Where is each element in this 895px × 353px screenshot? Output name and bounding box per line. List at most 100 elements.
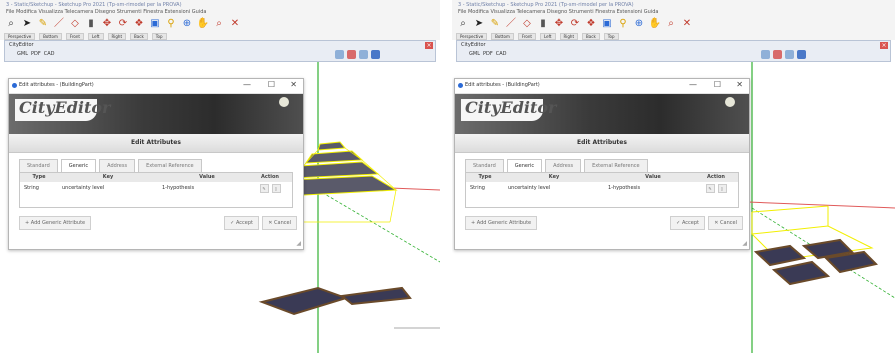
scene-tab[interactable]: Front [517, 33, 536, 40]
line-icon[interactable]: ／ [52, 17, 66, 31]
push-pull-icon[interactable]: ▮ [536, 17, 550, 31]
zoom-extents-icon[interactable]: ✕ [228, 17, 242, 31]
tape-measure-icon[interactable]: ⚲ [164, 17, 178, 31]
accept-button[interactable]: ✓ Accept [670, 216, 705, 230]
cell-value[interactable]: 1-hypothesis [604, 182, 702, 194]
close-icon[interactable]: × [880, 42, 888, 49]
pencil-icon[interactable]: ✎ [488, 17, 502, 31]
dialog-title: Edit attributes - (BuildingPart) [465, 82, 540, 88]
building-icon[interactable] [761, 50, 770, 59]
column-type: Type [478, 174, 492, 180]
ground-icon[interactable] [797, 50, 806, 59]
add-generic-attribute-button[interactable]: + Add Generic Attribute [19, 216, 92, 230]
delete-icon[interactable]: ▯ [271, 183, 281, 193]
tape-measure-icon[interactable]: ⚲ [616, 17, 630, 31]
zoom-icon[interactable]: ⌕ [212, 17, 226, 31]
table-header: Type Key Value Action [466, 173, 738, 182]
maximize-icon[interactable]: ☐ [268, 80, 275, 89]
scale-icon[interactable]: ❖ [584, 17, 598, 31]
pencil-icon[interactable]: ✎ [36, 17, 50, 31]
attribute-tabs: Standard Generic Address External Refere… [9, 153, 303, 172]
tab-generic[interactable]: Generic [60, 159, 97, 172]
pan-icon[interactable]: ✋ [648, 17, 662, 31]
edit-icon[interactable]: ✎ [259, 183, 269, 193]
maximize-icon[interactable]: ☐ [714, 80, 721, 89]
close-icon[interactable]: ✕ [736, 80, 743, 89]
select-arrow-icon[interactable]: ➤ [472, 17, 486, 31]
scene-tab[interactable]: Perspective [4, 33, 36, 40]
accept-button[interactable]: ✓ Accept [224, 216, 259, 230]
scene-tab[interactable]: Top [151, 33, 167, 40]
attributes-table: Type Key Value Action String uncertainty… [465, 172, 739, 208]
table-row[interactable]: String uncertainty level 1-hypothesis ✎ … [466, 182, 738, 194]
scene-tab[interactable]: Left [539, 33, 556, 40]
cancel-button[interactable]: ✕ Cancel [708, 216, 743, 230]
add-generic-attribute-button[interactable]: + Add Generic Attribute [465, 216, 538, 230]
tab-external-reference[interactable]: External Reference [138, 159, 202, 172]
scene-tab[interactable]: Bottom [491, 33, 514, 40]
edit-icon[interactable]: ✎ [705, 183, 715, 193]
ground-icon[interactable] [371, 50, 380, 59]
table-row[interactable]: String uncertainty level 1-hypothesis ✎ … [20, 182, 292, 194]
cancel-button[interactable]: ✕ Cancel [262, 216, 297, 230]
sketchup-window-right: 3 - Static/Sketchup - Sketchup Pro 2021 … [452, 0, 895, 353]
tab-standard[interactable]: Standard [465, 159, 504, 172]
search-icon[interactable]: ⌕ [456, 17, 470, 31]
scene-tab[interactable]: Right [107, 33, 127, 40]
cell-key[interactable]: uncertainty level [58, 182, 158, 194]
scene-tab[interactable]: Bottom [39, 33, 62, 40]
minimize-icon[interactable]: — [243, 80, 251, 89]
search-icon[interactable]: ⌕ [4, 17, 18, 31]
scale-icon[interactable]: ❖ [132, 17, 146, 31]
scene-tab[interactable]: Front [65, 33, 84, 40]
menu-bar[interactable]: File Modifica Visualizza Telecamera Dise… [6, 9, 206, 15]
pdf-button[interactable]: PDF [31, 51, 41, 57]
delete-icon[interactable]: ▯ [717, 183, 727, 193]
zoom-icon[interactable]: ⌕ [664, 17, 678, 31]
roof-icon[interactable] [347, 50, 356, 59]
shape-icon[interactable]: ◇ [520, 17, 534, 31]
scene-tab[interactable]: Perspective [456, 33, 488, 40]
rotate-icon[interactable]: ⟳ [568, 17, 582, 31]
tab-external-reference[interactable]: External Reference [584, 159, 648, 172]
move-icon[interactable]: ✥ [552, 17, 566, 31]
gml-button[interactable]: GML [469, 51, 480, 57]
wall-icon[interactable] [785, 50, 794, 59]
cad-button[interactable]: CAD [44, 51, 55, 57]
scene-tab[interactable]: Back [130, 33, 148, 40]
cad-button[interactable]: CAD [496, 51, 507, 57]
pan-icon[interactable]: ✋ [196, 17, 210, 31]
push-pull-icon[interactable]: ▮ [84, 17, 98, 31]
paint-bucket-icon[interactable]: ▣ [600, 17, 614, 31]
orbit-icon[interactable]: ⊕ [180, 17, 194, 31]
building-icon[interactable] [335, 50, 344, 59]
scene-tab[interactable]: Left [87, 33, 104, 40]
tab-address[interactable]: Address [99, 159, 136, 172]
move-icon[interactable]: ✥ [100, 17, 114, 31]
scene-tab[interactable]: Back [582, 33, 600, 40]
rotate-icon[interactable]: ⟳ [116, 17, 130, 31]
select-arrow-icon[interactable]: ➤ [20, 17, 34, 31]
resize-grip-icon[interactable]: ◢ [296, 240, 301, 247]
menu-bar[interactable]: File Modifica Visualizza Telecamera Dise… [458, 9, 658, 15]
cell-key[interactable]: uncertainty level [504, 182, 604, 194]
tab-standard[interactable]: Standard [19, 159, 58, 172]
resize-grip-icon[interactable]: ◢ [742, 240, 747, 247]
gml-button[interactable]: GML [17, 51, 28, 57]
tab-generic[interactable]: Generic [506, 159, 543, 172]
close-icon[interactable]: ✕ [290, 80, 297, 89]
zoom-extents-icon[interactable]: ✕ [680, 17, 694, 31]
minimize-icon[interactable]: — [689, 80, 697, 89]
line-icon[interactable]: ／ [504, 17, 518, 31]
cell-value[interactable]: 1-hypothesis [158, 182, 256, 194]
orbit-icon[interactable]: ⊕ [632, 17, 646, 31]
scene-tab[interactable]: Right [559, 33, 579, 40]
shape-icon[interactable]: ◇ [68, 17, 82, 31]
paint-bucket-icon[interactable]: ▣ [148, 17, 162, 31]
scene-tab[interactable]: Top [603, 33, 619, 40]
tab-address[interactable]: Address [545, 159, 582, 172]
roof-icon[interactable] [773, 50, 782, 59]
pdf-button[interactable]: PDF [483, 51, 493, 57]
wall-icon[interactable] [359, 50, 368, 59]
close-icon[interactable]: × [425, 42, 433, 49]
